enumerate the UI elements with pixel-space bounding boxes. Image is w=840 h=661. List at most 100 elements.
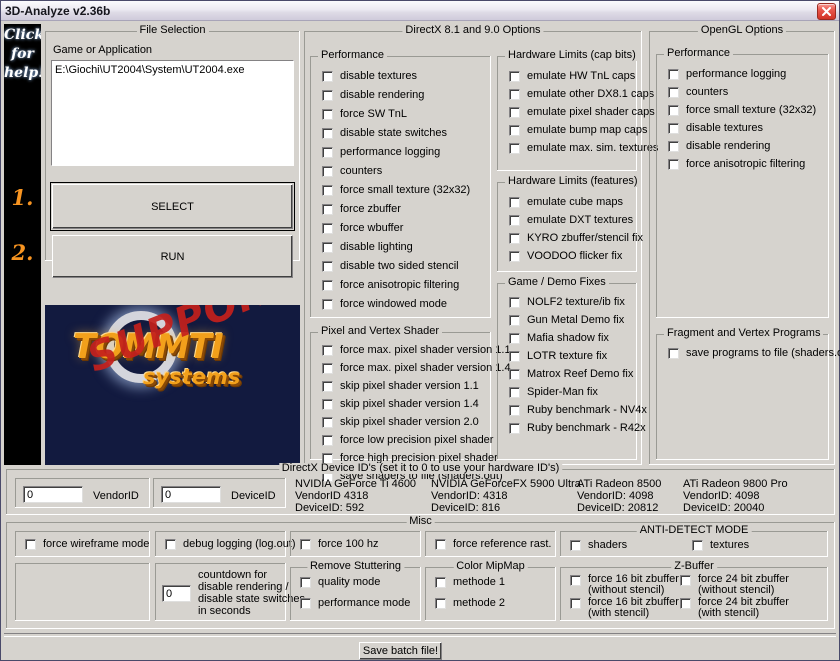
checkbox-box[interactable] [435,598,446,609]
checkbox-gl-force-small-texture[interactable]: force small texture (32x32) [668,104,816,116]
checkbox-gun-metal-demo-fix[interactable]: Gun Metal Demo fix [509,314,624,326]
checkbox-dx-disable-state-switches[interactable]: disable state switches [322,127,447,139]
checkbox-box[interactable] [322,417,333,428]
checkbox-gl-force-anisotropic-filtering[interactable]: force anisotropic filtering [668,158,805,170]
checkbox-voodoo-flicker-fix[interactable]: VOODOO flicker fix [509,250,622,262]
checkbox-box[interactable] [570,575,581,586]
device-id-input[interactable]: 0 [161,486,221,503]
checkbox-nolf2-texture-ib-fix[interactable]: NOLF2 texture/ib fix [509,296,625,308]
checkbox-box[interactable] [509,125,520,136]
checkbox-gl-performance-logging[interactable]: performance logging [668,68,786,80]
checkbox-emulate-dxt-textures[interactable]: emulate DXT textures [509,214,633,226]
checkbox-force-wireframe-mode[interactable]: force wireframe mode [25,538,149,550]
save-batch-file-button[interactable]: Save batch file! [359,642,442,660]
checkbox-box[interactable] [300,539,311,550]
checkbox-kyro-zbuffer-stencil-fix[interactable]: KYRO zbuffer/stencil fix [509,232,643,244]
checkbox-gl-disable-textures[interactable]: disable textures [668,122,763,134]
checkbox-gl-disable-rendering[interactable]: disable rendering [668,140,770,152]
checkbox-dx-force-windowed-mode[interactable]: force windowed mode [322,298,447,310]
checkbox-box[interactable] [322,185,333,196]
checkbox-emulate-pixel-shader-caps[interactable]: emulate pixel shader caps [509,106,655,118]
checkbox-box[interactable] [322,71,333,82]
checkbox-box[interactable] [322,204,333,215]
checkbox-box[interactable] [668,141,679,152]
checkbox-box[interactable] [668,87,679,98]
checkbox-emulate-other-dx81-caps[interactable]: emulate other DX8.1 caps [509,88,654,100]
checkbox-box[interactable] [509,333,520,344]
checkbox-box[interactable] [322,363,333,374]
checkbox-box[interactable] [300,577,311,588]
checkbox-mipmap-methode-2[interactable]: methode 2 [435,597,505,609]
checkbox-skip-ps-20[interactable]: skip pixel shader version 2.0 [322,416,479,428]
checkbox-dx-disable-lighting[interactable]: disable lighting [322,241,413,253]
checkbox-emulate-max-sim-textures[interactable]: emulate max. sim. textures [509,142,658,154]
checkbox-box[interactable] [322,242,333,253]
checkbox-box[interactable] [322,261,333,272]
checkbox-skip-ps-14[interactable]: skip pixel shader version 1.4 [322,398,479,410]
checkbox-box[interactable] [322,166,333,177]
checkbox-box[interactable] [509,215,520,226]
checkbox-box[interactable] [509,233,520,244]
checkbox-dx-performance-logging[interactable]: performance logging [322,146,440,158]
checkbox-lotr-texture-fix[interactable]: LOTR texture fix [509,350,607,362]
checkbox-box[interactable] [680,575,691,586]
checkbox-box[interactable] [435,539,446,550]
run-button[interactable]: RUN [52,235,293,278]
checkbox-force-low-precision-ps[interactable]: force low precision pixel shader [322,434,493,446]
checkbox-dx-force-small-texture[interactable]: force small texture (32x32) [322,184,470,196]
checkbox-box[interactable] [509,71,520,82]
checkbox-ruby-benchmark-r42x[interactable]: Ruby benchmark - R42x [509,422,646,434]
checkbox-dx-disable-two-sided-stencil[interactable]: disable two sided stencil [322,260,459,272]
checkbox-emulate-cube-maps[interactable]: emulate cube maps [509,196,623,208]
checkbox-box[interactable] [509,89,520,100]
checkbox-box[interactable] [322,299,333,310]
checkbox-debug-logging[interactable]: debug logging (log.out) [165,538,296,550]
checkbox-box[interactable] [322,109,333,120]
checkbox-force-reference-rast[interactable]: force reference rast. [435,538,551,550]
checkbox-spider-man-fix[interactable]: Spider-Man fix [509,386,598,398]
checkbox-force-100hz[interactable]: force 100 hz [300,538,379,550]
checkbox-box[interactable] [165,539,176,550]
vendor-id-input[interactable]: 0 [23,486,83,503]
checkbox-dx-counters[interactable]: counters [322,165,382,177]
checkbox-box[interactable] [322,345,333,356]
checkbox-box[interactable] [435,577,446,588]
checkbox-box[interactable] [570,598,581,609]
checkbox-force-24bit-zbuffer-with-stencil[interactable]: force 24 bit zbuffer (with stencil) [680,597,789,619]
checkbox-box[interactable] [668,348,679,359]
checkbox-box[interactable] [509,315,520,326]
checkbox-box[interactable] [509,297,520,308]
checkbox-box[interactable] [322,147,333,158]
checkbox-box[interactable] [509,369,520,380]
checkbox-box[interactable] [570,540,581,551]
checkbox-force-max-ps-11[interactable]: force max. pixel shader version 1.1 [322,344,511,356]
checkbox-box[interactable] [668,69,679,80]
checkbox-box[interactable] [668,159,679,170]
checkbox-box[interactable] [322,381,333,392]
checkbox-force-24bit-zbuffer-without-stencil[interactable]: force 24 bit zbuffer (without stencil) [680,574,789,596]
checkbox-mipmap-methode-1[interactable]: methode 1 [435,576,505,588]
checkbox-box[interactable] [692,540,703,551]
checkbox-dx-force-anisotropic-filtering[interactable]: force anisotropic filtering [322,279,459,291]
checkbox-skip-ps-11[interactable]: skip pixel shader version 1.1 [322,380,479,392]
select-button[interactable]: SELECT [50,182,295,231]
checkbox-box[interactable] [322,435,333,446]
checkbox-box[interactable] [25,539,36,550]
checkbox-force-16bit-zbuffer-without-stencil[interactable]: force 16 bit zbuffer (without stencil) [570,574,679,596]
checkbox-box[interactable] [668,123,679,134]
checkbox-anti-detect-textures[interactable]: textures [692,539,749,551]
checkbox-performance-mode[interactable]: performance mode [300,597,410,609]
checkbox-gl-counters[interactable]: counters [668,86,728,98]
checkbox-box[interactable] [509,251,520,262]
checkbox-box[interactable] [322,90,333,101]
checkbox-box[interactable] [509,107,520,118]
countdown-input[interactable]: 0 [162,585,191,602]
checkbox-matrox-reef-demo-fix[interactable]: Matrox Reef Demo fix [509,368,633,380]
checkbox-box[interactable] [322,399,333,410]
checkbox-dx-disable-rendering[interactable]: disable rendering [322,89,424,101]
checkbox-dx-force-wbuffer[interactable]: force wbuffer [322,222,403,234]
checkbox-anti-detect-shaders[interactable]: shaders [570,539,627,551]
checkbox-box[interactable] [322,128,333,139]
checkbox-dx-force-zbuffer[interactable]: force zbuffer [322,203,401,215]
checkbox-box[interactable] [509,405,520,416]
